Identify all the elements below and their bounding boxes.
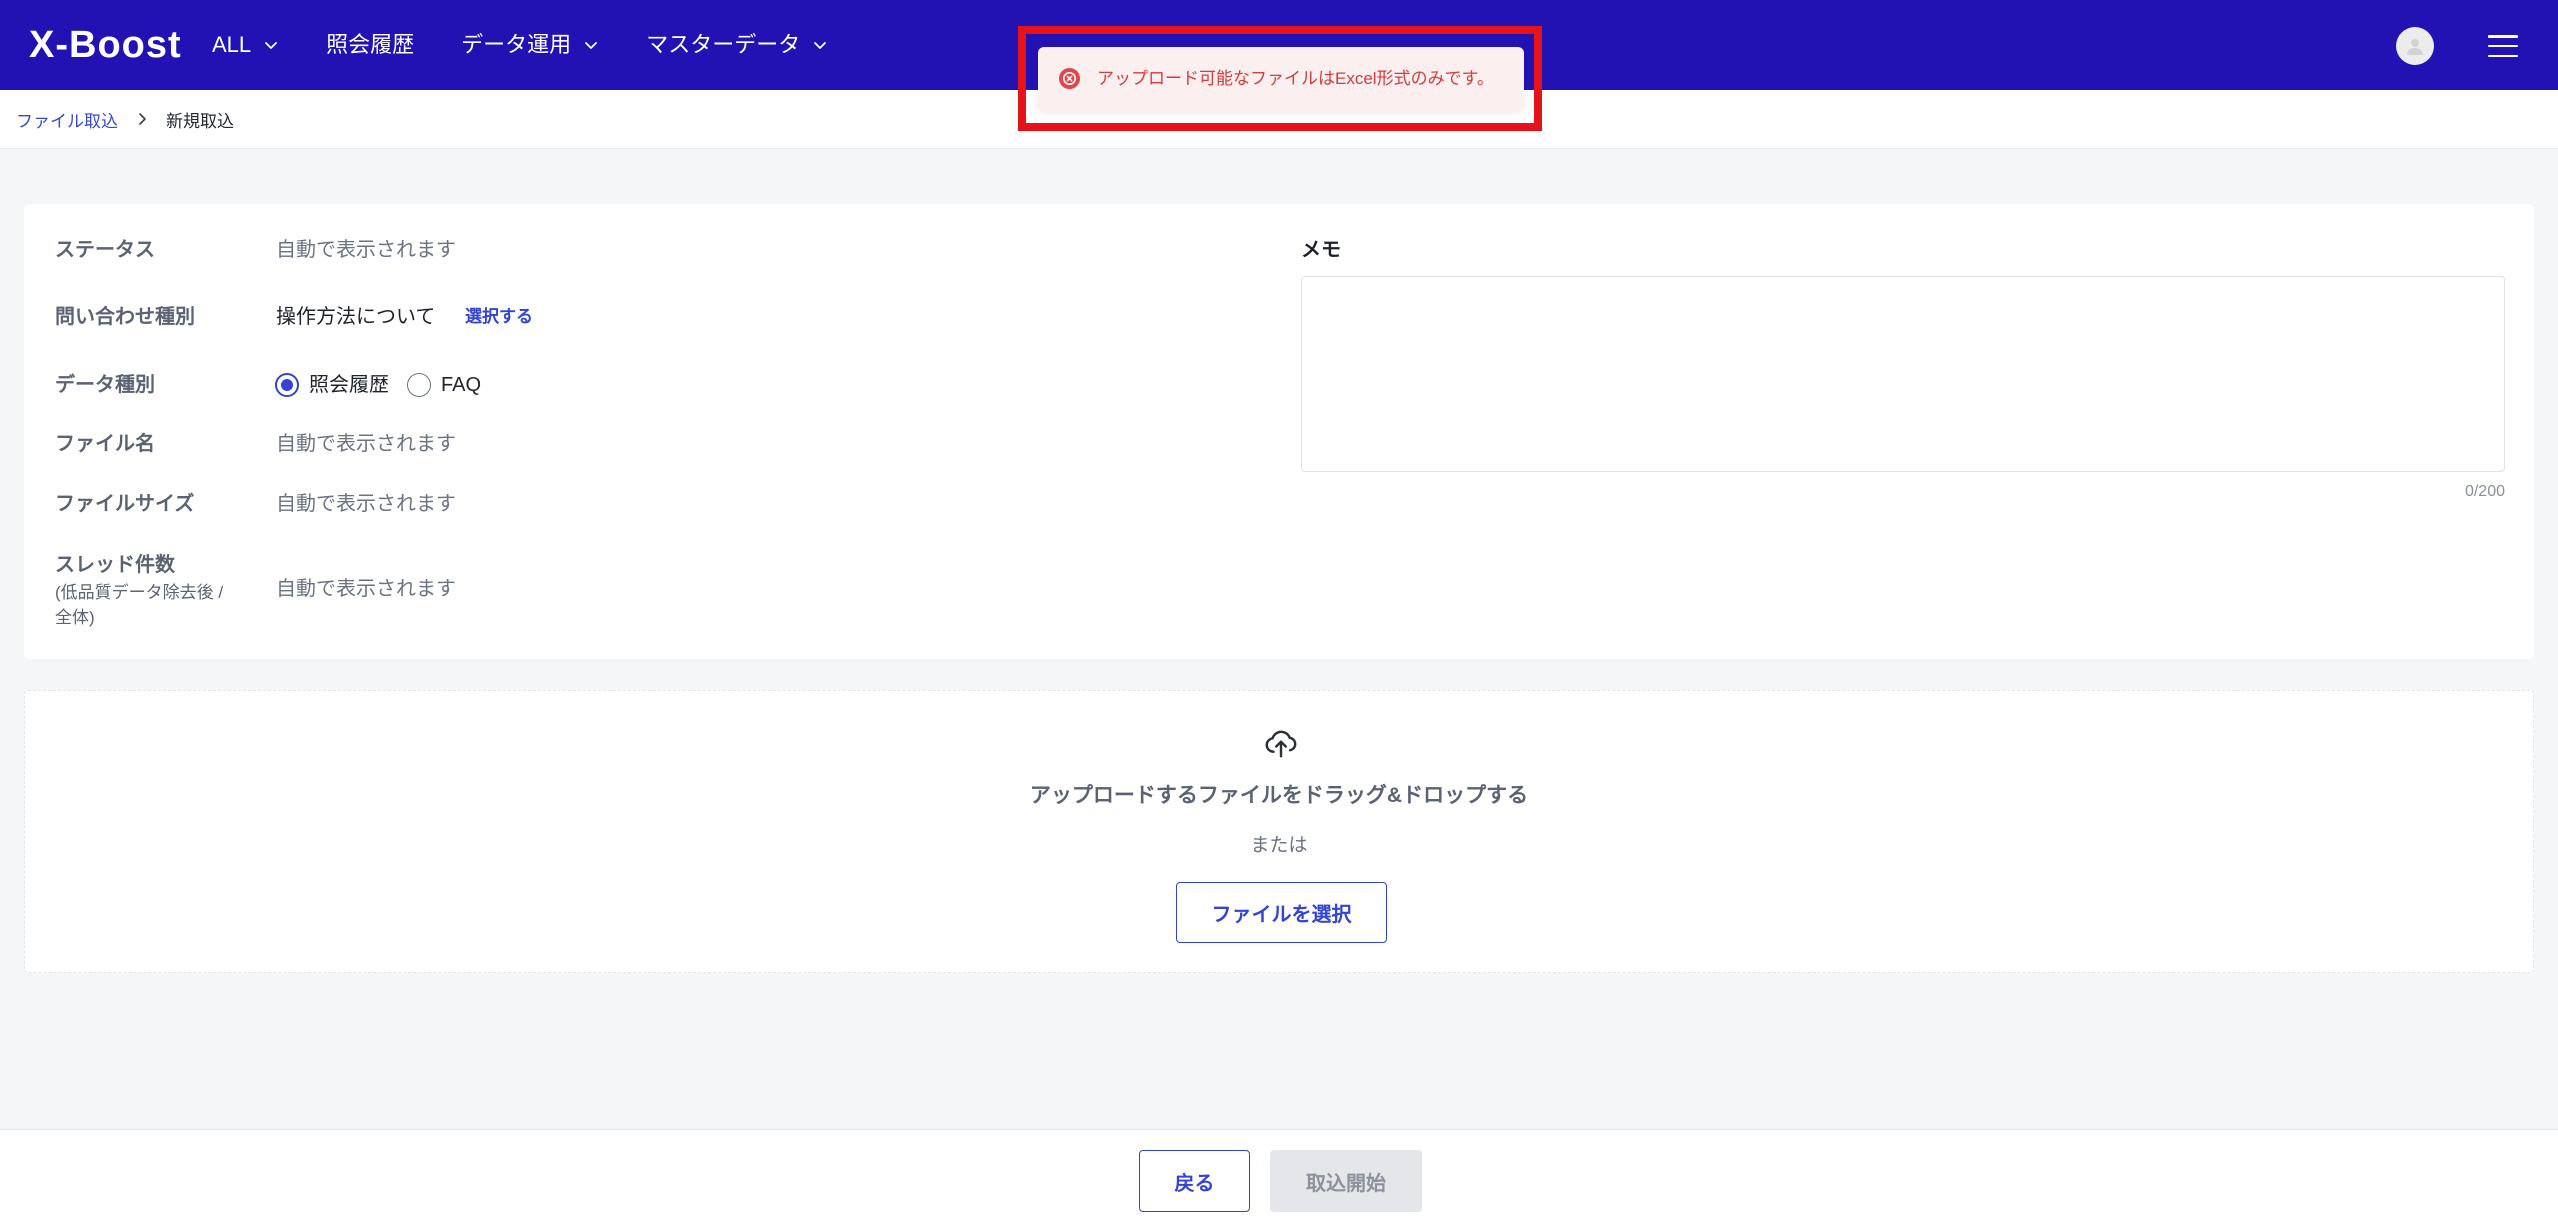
memo-textarea[interactable] — [1301, 276, 2505, 472]
dropzone-instruction: アップロードするファイルをドラッグ&ドロップする — [1029, 784, 1529, 807]
nav-inquiry-history[interactable]: 照会履歴 — [326, 30, 414, 60]
user-silhouette-icon — [2407, 39, 2423, 55]
nav-data-operation[interactable]: データ運用 — [461, 30, 599, 60]
nav-data-operation-label: データ運用 — [461, 32, 572, 57]
memo-label: メモ — [1301, 239, 1341, 261]
chevron-down-icon — [814, 42, 827, 49]
file-dropzone[interactable]: アップロードするファイルをドラッグ&ドロップする または ファイルを選択 — [24, 690, 2534, 973]
inquiry-type-value: 操作方法について — [276, 306, 436, 328]
radio-inquiry-history[interactable] — [275, 373, 299, 397]
cloud-upload-icon — [1265, 730, 1297, 758]
hamburger-line — [2488, 44, 2518, 48]
file-size-value: 自動で表示されます — [276, 493, 456, 515]
inquiry-type-label: 問い合わせ種別 — [55, 306, 195, 328]
nav-all-label: ALL — [212, 32, 252, 57]
dropzone-or-text: または — [1250, 835, 1308, 856]
thread-count-label: スレッド件数 — [55, 554, 175, 576]
inquiry-type-select-link[interactable]: 選択する — [465, 304, 533, 330]
file-name-value: 自動で表示されます — [276, 433, 456, 455]
radio-faq[interactable] — [407, 373, 431, 397]
user-avatar-icon[interactable] — [2396, 27, 2434, 65]
data-type-label: データ種別 — [55, 374, 155, 396]
hamburger-line — [2488, 35, 2518, 38]
memo-char-counter: 0/200 — [2464, 483, 2505, 500]
error-circle-icon — [1058, 67, 1081, 90]
back-button[interactable]: 戻る — [1139, 1150, 1250, 1212]
file-size-label: ファイルサイズ — [55, 493, 195, 515]
status-label: ステータス — [55, 239, 155, 261]
main-nav: ALL 照会履歴 データ運用 マスターデータ — [212, 0, 828, 90]
start-import-button[interactable]: 取込開始 — [1270, 1150, 1422, 1212]
app-logo[interactable]: X-Boost — [29, 23, 182, 67]
chevron-down-icon — [585, 42, 598, 49]
nav-all[interactable]: ALL — [212, 30, 279, 60]
thread-count-sublabel: (低品質データ除去後 / 全体) — [55, 583, 224, 627]
error-toast-message: アップロード可能なファイルはExcel形式のみです。 — [1097, 69, 1494, 88]
error-toast: アップロード可能なファイルはExcel形式のみです。 — [1038, 47, 1524, 111]
radio-faq-label[interactable]: FAQ — [441, 372, 481, 398]
nav-inquiry-history-label: 照会履歴 — [326, 32, 415, 57]
nav-master-data[interactable]: マスターデータ — [646, 30, 828, 60]
data-type-radio-group: 照会履歴 FAQ — [275, 372, 481, 398]
thread-count-value: 自動で表示されます — [276, 578, 456, 600]
status-value: 自動で表示されます — [276, 239, 456, 261]
hamburger-line — [2488, 54, 2518, 57]
chevron-right-icon — [139, 113, 146, 125]
nav-master-data-label: マスターデータ — [646, 32, 801, 57]
import-form-card: ステータス 自動で表示されます 問い合わせ種別 操作方法について 選択する デー… — [24, 204, 2534, 659]
select-file-button[interactable]: ファイルを選択 — [1176, 882, 1387, 943]
breadcrumb-file-import-link[interactable]: ファイル取込 — [16, 107, 118, 132]
hamburger-menu-icon[interactable] — [2488, 35, 2518, 57]
file-name-label: ファイル名 — [55, 433, 155, 455]
chevron-down-icon — [265, 42, 278, 49]
radio-inquiry-history-label[interactable]: 照会履歴 — [309, 372, 389, 398]
action-footer: 戻る 取込開始 — [0, 1129, 2558, 1227]
breadcrumb-current-page: 新規取込 — [166, 111, 234, 131]
